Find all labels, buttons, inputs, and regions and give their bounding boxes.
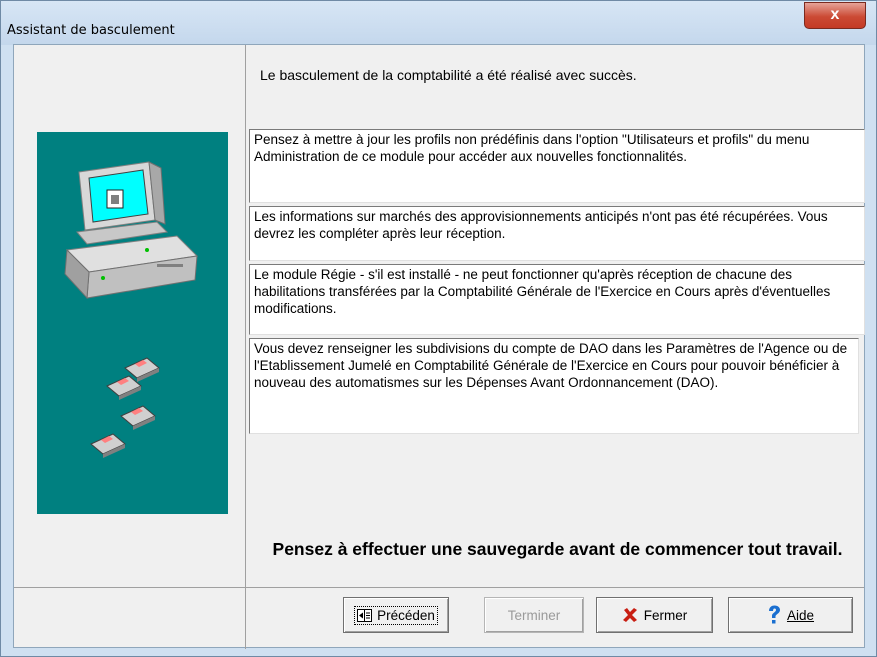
note-box: Vous devez renseigner les subdivisions d… xyxy=(249,338,859,434)
title-bar[interactable]: Assistant de basculement x xyxy=(1,1,876,45)
window-close-button[interactable]: x xyxy=(804,2,866,29)
help-button[interactable]: Aide xyxy=(728,597,853,633)
note-box: Pensez à mettre à jour les profils non p… xyxy=(249,129,865,203)
backup-reminder: Pensez à effectuer une sauvegarde avant … xyxy=(272,539,843,559)
previous-button-focus: Précéden xyxy=(354,605,438,625)
red-x-icon xyxy=(622,608,637,622)
note-box: Le module Régie - s'il est installé - ne… xyxy=(249,264,865,335)
window-title: Assistant de basculement xyxy=(7,23,175,38)
illustration-panel xyxy=(37,132,228,514)
horizontal-divider xyxy=(14,587,864,588)
close-icon: x xyxy=(830,6,840,23)
previous-button-label: Précéden xyxy=(377,607,435,623)
vertical-divider xyxy=(245,45,246,649)
floppy-disk-icon xyxy=(120,405,156,430)
success-message: Le basculement de la comptabilité a été … xyxy=(260,67,637,83)
dialog-client-area: Le basculement de la comptabilité a été … xyxy=(13,44,865,649)
computer-illustration-icon xyxy=(64,161,199,458)
finish-button[interactable]: Terminer xyxy=(484,597,584,633)
close-button-label: Fermer xyxy=(643,607,688,623)
help-button-label: Aide xyxy=(786,607,815,623)
close-button[interactable]: Fermer xyxy=(596,597,713,633)
finish-button-label: Terminer xyxy=(507,607,561,623)
note-box: Les informations sur marchés des approvi… xyxy=(249,206,865,261)
floppy-disk-icon xyxy=(106,375,142,400)
previous-button[interactable]: Précéden xyxy=(343,597,449,633)
question-mark-icon xyxy=(768,605,780,624)
floppy-disk-icon xyxy=(90,433,126,458)
wizard-window: Assistant de basculement x Le basculemen… xyxy=(0,0,877,657)
previous-page-icon xyxy=(357,608,373,622)
